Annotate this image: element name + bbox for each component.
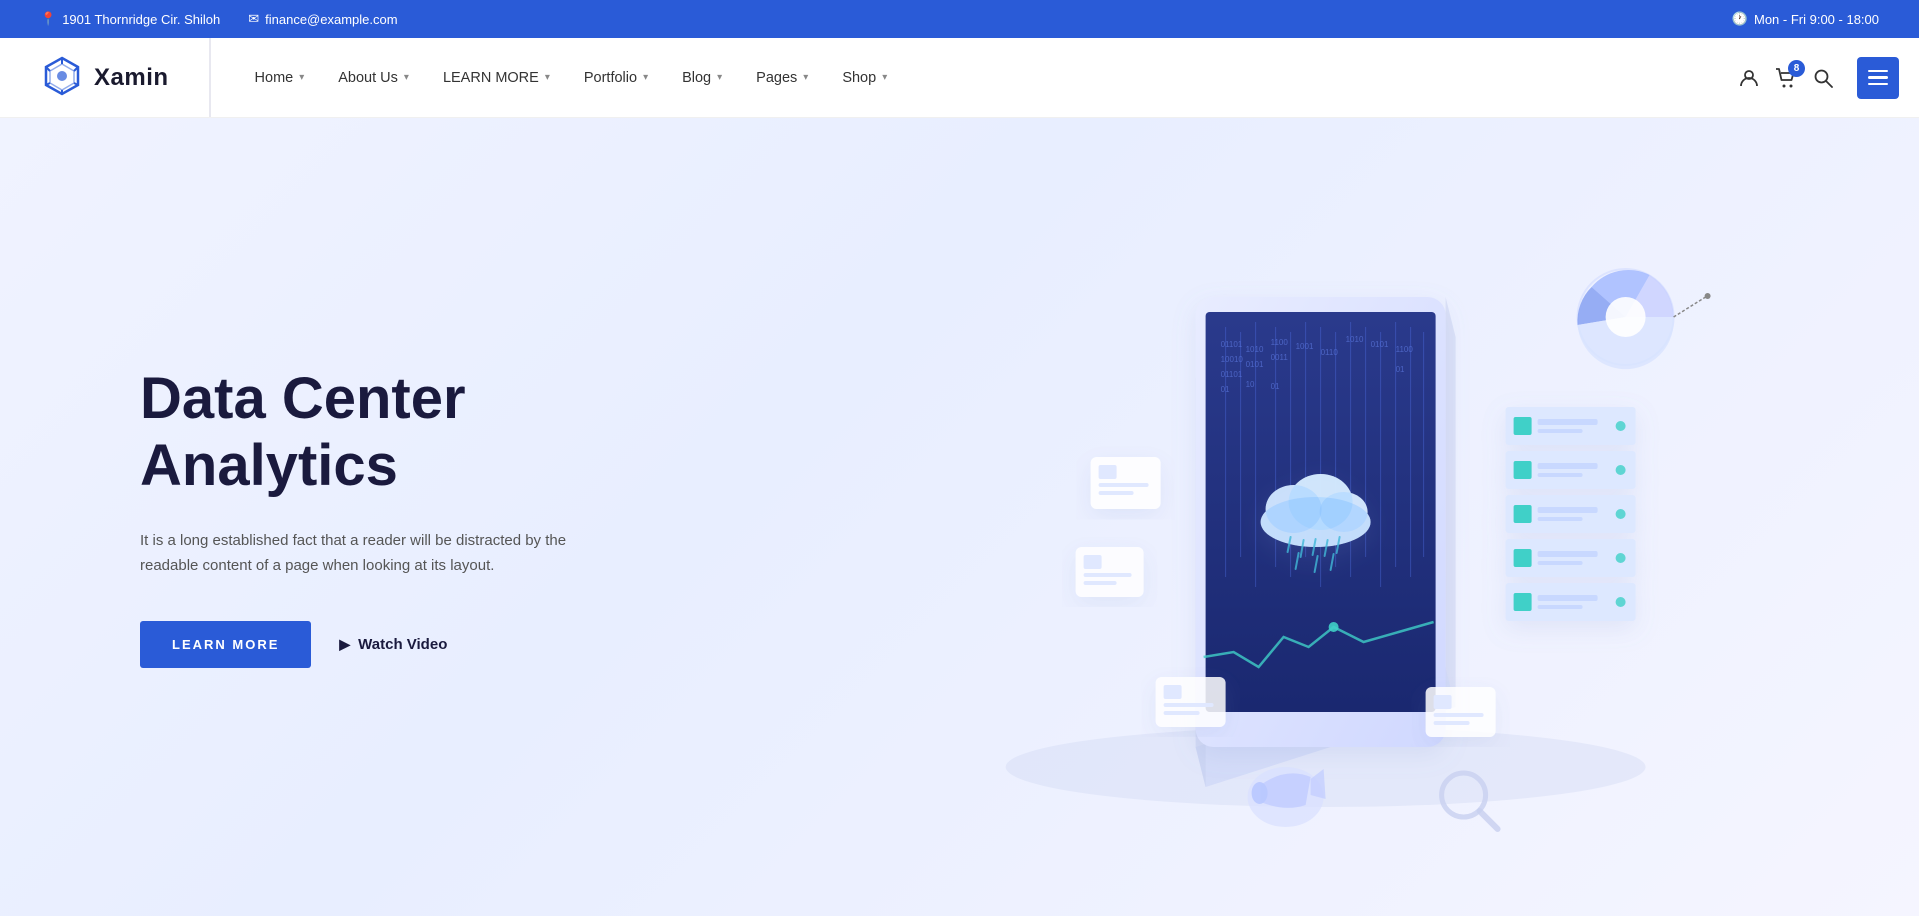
svg-text:1010: 1010 xyxy=(1245,345,1263,354)
user-icon[interactable] xyxy=(1739,68,1759,88)
hamburger-line-1 xyxy=(1868,70,1888,73)
nav-home-arrow: ▾ xyxy=(299,72,304,83)
nav-item-about[interactable]: About Us ▾ xyxy=(324,62,423,94)
nav-about-label: About Us xyxy=(338,70,398,86)
svg-text:1001: 1001 xyxy=(1295,342,1313,351)
nav-shop-arrow: ▾ xyxy=(882,72,887,83)
learn-more-button[interactable]: LEARN MORE xyxy=(140,621,311,668)
address-text: 1901 Thornridge Cir. Shiloh xyxy=(62,12,220,27)
hero-section: Data Center Analytics It is a long estab… xyxy=(0,118,1919,916)
nav-item-home[interactable]: Home ▾ xyxy=(241,62,319,94)
nav-services-label: LEARN MORE xyxy=(443,70,539,86)
nav-pages-arrow: ▾ xyxy=(803,72,808,83)
svg-text:0101: 0101 xyxy=(1245,360,1263,369)
top-bar-right: 🕐 Mon - Fri 9:00 - 18:00 xyxy=(1732,11,1879,27)
location-icon: 📍 xyxy=(40,11,56,27)
nav-item-pages[interactable]: Pages ▾ xyxy=(742,62,822,94)
clock-icon: 🕐 xyxy=(1732,11,1748,27)
cart-badge: 8 xyxy=(1788,60,1805,77)
hero-title-line1: Data Center xyxy=(140,366,466,431)
svg-text:10: 10 xyxy=(1245,380,1254,389)
svg-text:1010: 1010 xyxy=(1345,335,1363,344)
logo-area[interactable]: Xamin xyxy=(0,38,211,117)
top-bar-left: 📍 1901 Thornridge Cir. Shiloh ✉ finance@… xyxy=(40,11,398,27)
nav-portfolio-arrow: ▾ xyxy=(643,72,648,83)
nav-services-arrow: ▾ xyxy=(545,72,550,83)
svg-text:01101: 01101 xyxy=(1220,340,1242,349)
logo-text: Xamin xyxy=(94,64,169,92)
address-item: 📍 1901 Thornridge Cir. Shiloh xyxy=(40,11,220,27)
nav-shop-label: Shop xyxy=(842,70,876,86)
nav-pages-label: Pages xyxy=(756,70,797,86)
svg-text:0011: 0011 xyxy=(1270,353,1288,362)
logo-icon xyxy=(40,56,84,100)
top-bar: 📍 1901 Thornridge Cir. Shiloh ✉ finance@… xyxy=(0,0,1919,38)
hamburger-line-3 xyxy=(1868,83,1888,86)
svg-text:01: 01 xyxy=(1395,365,1404,374)
hero-title-line2: Analytics xyxy=(140,433,398,498)
hamburger-line-2 xyxy=(1868,76,1888,79)
nav-blog-label: Blog xyxy=(682,70,711,86)
cart-wrapper[interactable]: 8 xyxy=(1775,68,1797,88)
hours-text: Mon - Fri 9:00 - 18:00 xyxy=(1754,12,1879,27)
watch-video-button[interactable]: ▶ Watch Video xyxy=(339,636,447,653)
hero-actions: LEARN MORE ▶ Watch Video xyxy=(140,621,640,668)
nav-item-portfolio[interactable]: Portfolio ▾ xyxy=(570,62,662,94)
hero-title: Data Center Analytics xyxy=(140,366,640,499)
mail-icon: ✉ xyxy=(248,11,259,27)
email-item: ✉ finance@example.com xyxy=(248,11,397,27)
search-icon[interactable] xyxy=(1813,68,1833,88)
svg-text:01101: 01101 xyxy=(1220,370,1242,379)
svg-text:1100: 1100 xyxy=(1270,338,1288,347)
play-icon: ▶ xyxy=(339,636,350,653)
hamburger-menu-button[interactable] xyxy=(1857,57,1899,99)
nav-home-label: Home xyxy=(255,70,294,86)
email-text: finance@example.com xyxy=(265,12,397,27)
nav-item-blog[interactable]: Blog ▾ xyxy=(668,62,736,94)
nav-blog-arrow: ▾ xyxy=(717,72,722,83)
watch-video-label: Watch Video xyxy=(358,636,447,653)
svg-text:10010: 10010 xyxy=(1220,355,1243,364)
hero-left: Data Center Analytics It is a long estab… xyxy=(0,118,700,916)
hero-right: 01101 10010 01101 1010 0101 1100 0011 10… xyxy=(700,118,1919,916)
nav-portfolio-label: Portfolio xyxy=(584,70,637,86)
header-actions: 8 xyxy=(1739,57,1919,99)
header: Xamin Home ▾ About Us ▾ LEARN MORE ▾ Por… xyxy=(0,38,1919,118)
svg-text:0101: 0101 xyxy=(1370,340,1388,349)
main-nav: Home ▾ About Us ▾ LEARN MORE ▾ Portfolio… xyxy=(211,62,1739,94)
nav-item-shop[interactable]: Shop ▾ xyxy=(828,62,901,94)
hero-illustration: 01101 10010 01101 1010 0101 1100 0011 10… xyxy=(935,177,1715,857)
nav-about-arrow: ▾ xyxy=(404,72,409,83)
nav-item-services[interactable]: LEARN MORE ▾ xyxy=(429,62,564,94)
hero-description: It is a long established fact that a rea… xyxy=(140,528,620,579)
